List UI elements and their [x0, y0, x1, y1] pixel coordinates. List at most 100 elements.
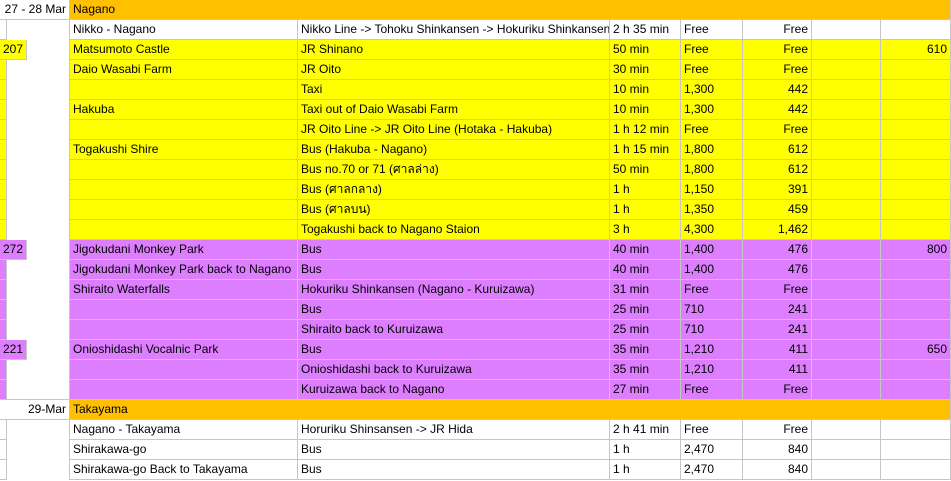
- cell-ticket-jpy[interactable]: [881, 440, 951, 460]
- cell-date[interactable]: 27 - 28 Mar: [0, 0, 70, 20]
- cell-ticket-thb[interactable]: 221: [0, 340, 28, 360]
- cell-ticket-thb[interactable]: [0, 140, 7, 160]
- cell-duration[interactable]: 30 min: [610, 60, 681, 80]
- cell-route[interactable]: Togakushi back to Nagano Staion: [298, 220, 610, 240]
- cell-ticket-thb[interactable]: [0, 120, 7, 140]
- cell-route[interactable]: Shiraito back to Kuruizawa: [298, 320, 610, 340]
- cell-duration[interactable]: 25 min: [610, 320, 681, 340]
- cell-route[interactable]: Bus no.70 or 71 (ศาลล่าง): [298, 160, 610, 180]
- cell-fare-thb[interactable]: 411: [743, 340, 812, 360]
- cell-duration[interactable]: 40 min: [610, 260, 681, 280]
- cell-extra[interactable]: [812, 420, 881, 440]
- cell-date[interactable]: [0, 460, 70, 480]
- cell-ticket-jpy[interactable]: [881, 80, 951, 100]
- cell-ticket-jpy[interactable]: [881, 220, 951, 240]
- cell-fare-jpy[interactable]: 1,300: [681, 100, 743, 120]
- cell-place[interactable]: [70, 180, 298, 200]
- cell-route[interactable]: Bus: [298, 240, 610, 260]
- cell-ticket-thb[interactable]: [0, 360, 7, 380]
- cell-route[interactable]: Horuriku Shinsansen -> JR Hida: [298, 420, 610, 440]
- cell-fare-jpy[interactable]: Free: [681, 40, 743, 60]
- cell-extra[interactable]: [812, 440, 881, 460]
- cell-extra[interactable]: [812, 60, 881, 80]
- cell-place[interactable]: Jigokudani Monkey Park: [70, 240, 298, 260]
- cell-ticket-jpy[interactable]: [881, 420, 951, 440]
- cell-place[interactable]: [70, 200, 298, 220]
- cell-ticket-jpy[interactable]: 800: [881, 240, 951, 260]
- cell-extra[interactable]: [812, 300, 881, 320]
- cell-duration[interactable]: 50 min: [610, 40, 681, 60]
- cell-route[interactable]: Taxi out of Daio Wasabi Farm: [298, 100, 610, 120]
- cell-date[interactable]: [0, 380, 70, 400]
- cell-place[interactable]: Nagano: [70, 0, 951, 20]
- cell-fare-jpy[interactable]: 1,210: [681, 340, 743, 360]
- cell-place[interactable]: Shirakawa-go: [70, 440, 298, 460]
- cell-place[interactable]: Hakuba: [70, 100, 298, 120]
- cell-extra[interactable]: [812, 160, 881, 180]
- cell-ticket-jpy[interactable]: [881, 60, 951, 80]
- cell-ticket-jpy[interactable]: [881, 260, 951, 280]
- cell-fare-thb[interactable]: 442: [743, 80, 812, 100]
- cell-date[interactable]: [0, 260, 70, 280]
- cell-extra[interactable]: [812, 140, 881, 160]
- cell-route[interactable]: Bus (ศาลกลาง): [298, 180, 610, 200]
- cell-place[interactable]: Onioshidashi Vocalnic Park: [70, 340, 298, 360]
- cell-fare-jpy[interactable]: 1,400: [681, 260, 743, 280]
- cell-ticket-thb[interactable]: [0, 60, 7, 80]
- cell-ticket-jpy[interactable]: [881, 120, 951, 140]
- cell-fare-thb[interactable]: 459: [743, 200, 812, 220]
- cell-route[interactable]: JR Oito Line -> JR Oito Line (Hotaka - H…: [298, 120, 610, 140]
- cell-route[interactable]: Bus: [298, 300, 610, 320]
- cell-place[interactable]: Matsumoto Castle: [70, 40, 298, 60]
- cell-ticket-thb[interactable]: [0, 220, 7, 240]
- cell-extra[interactable]: [812, 320, 881, 340]
- cell-date[interactable]: [0, 360, 70, 380]
- cell-fare-jpy[interactable]: 2,470: [681, 460, 743, 480]
- cell-fare-thb[interactable]: Free: [743, 420, 812, 440]
- cell-fare-thb[interactable]: 1,462: [743, 220, 812, 240]
- cell-fare-jpy[interactable]: Free: [681, 120, 743, 140]
- cell-fare-jpy[interactable]: 1,800: [681, 140, 743, 160]
- cell-date[interactable]: [0, 80, 70, 100]
- cell-place[interactable]: Daio Wasabi Farm: [70, 60, 298, 80]
- cell-route[interactable]: Bus: [298, 260, 610, 280]
- cell-fare-jpy[interactable]: 4,300: [681, 220, 743, 240]
- cell-duration[interactable]: 2 h 41 min: [610, 420, 681, 440]
- cell-place[interactable]: [70, 80, 298, 100]
- cell-fare-jpy[interactable]: 1,350: [681, 200, 743, 220]
- cell-place[interactable]: Togakushi Shire: [70, 140, 298, 160]
- cell-ticket-thb[interactable]: [0, 280, 7, 300]
- cell-ticket-thb[interactable]: [0, 260, 7, 280]
- cell-extra[interactable]: [812, 180, 881, 200]
- cell-date[interactable]: [0, 220, 70, 240]
- cell-ticket-thb[interactable]: [0, 100, 7, 120]
- cell-extra[interactable]: [812, 380, 881, 400]
- cell-place[interactable]: [70, 300, 298, 320]
- cell-route[interactable]: Taxi: [298, 80, 610, 100]
- cell-extra[interactable]: [812, 80, 881, 100]
- cell-ticket-jpy[interactable]: [881, 140, 951, 160]
- cell-extra[interactable]: [812, 20, 881, 40]
- cell-ticket-thb[interactable]: 207: [0, 40, 28, 60]
- cell-fare-jpy[interactable]: Free: [681, 280, 743, 300]
- cell-place[interactable]: [70, 220, 298, 240]
- cell-place[interactable]: [70, 320, 298, 340]
- cell-extra[interactable]: [812, 260, 881, 280]
- cell-place[interactable]: [70, 120, 298, 140]
- cell-date[interactable]: [0, 440, 70, 460]
- cell-duration[interactable]: 2 h 35 min: [610, 20, 681, 40]
- cell-ticket-thb[interactable]: [0, 80, 7, 100]
- cell-duration[interactable]: 40 min: [610, 240, 681, 260]
- cell-ticket-thb[interactable]: [0, 160, 7, 180]
- cell-ticket-jpy[interactable]: [881, 280, 951, 300]
- cell-extra[interactable]: [812, 200, 881, 220]
- cell-duration[interactable]: 1 h: [610, 440, 681, 460]
- cell-route[interactable]: Bus: [298, 460, 610, 480]
- cell-extra[interactable]: [812, 220, 881, 240]
- cell-ticket-thb[interactable]: [0, 320, 7, 340]
- cell-route[interactable]: Hokuriku Shinkansen (Nagano - Kuruizawa): [298, 280, 610, 300]
- cell-fare-thb[interactable]: Free: [743, 380, 812, 400]
- cell-fare-jpy[interactable]: 1,210: [681, 360, 743, 380]
- cell-date[interactable]: [0, 420, 70, 440]
- cell-place[interactable]: Shirakawa-go Back to Takayama: [70, 460, 298, 480]
